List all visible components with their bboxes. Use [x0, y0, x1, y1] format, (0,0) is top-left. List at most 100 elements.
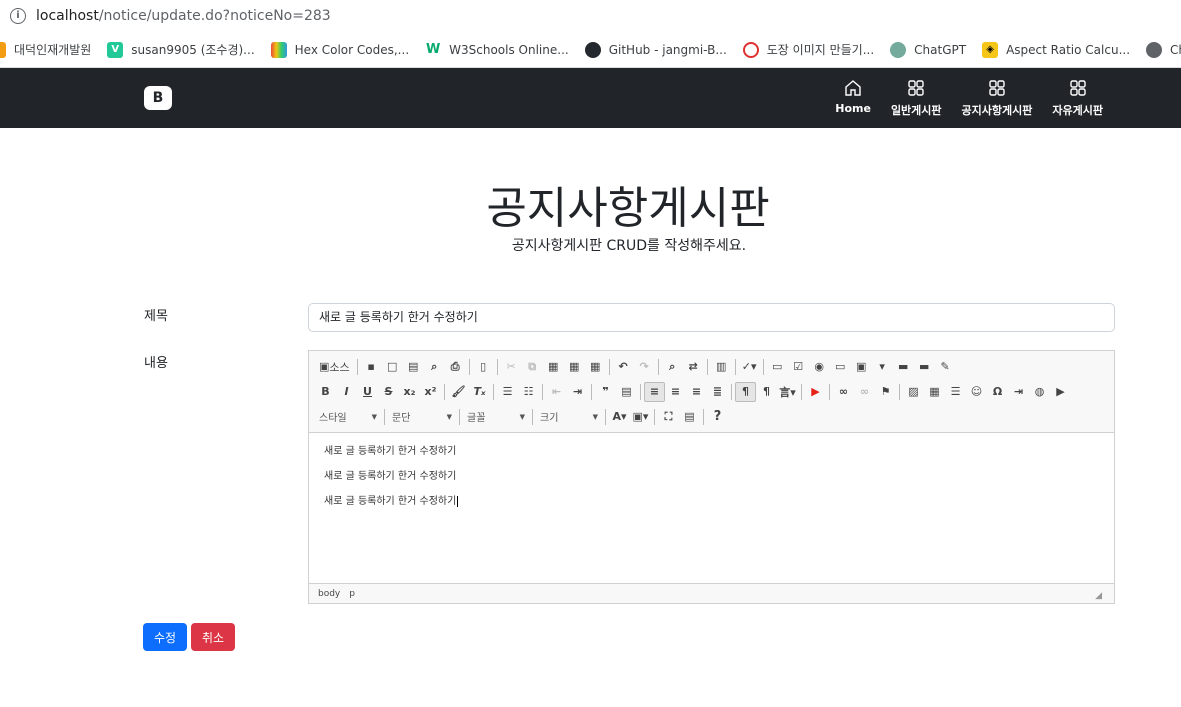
path-body[interactable]: body: [318, 589, 340, 599]
smiley-icon[interactable]: ☺: [966, 382, 987, 402]
maximize-icon[interactable]: ⛶: [658, 407, 679, 427]
text-color-icon[interactable]: A▾: [609, 407, 630, 427]
text-cursor: [457, 496, 459, 507]
align-center-icon[interactable]: ≡: [665, 382, 686, 402]
page-break-icon[interactable]: ⇥: [1008, 382, 1029, 402]
address-bar[interactable]: i localhost/notice/update.do?noticeNo=28…: [0, 0, 1181, 32]
hidden-field-icon[interactable]: ✎: [935, 357, 956, 377]
github-icon: [584, 41, 601, 58]
youtube-icon[interactable]: ▶: [805, 382, 826, 402]
bookmark-aspect-ratio[interactable]: ◈ Aspect Ratio Calcu...: [982, 41, 1130, 58]
path-p[interactable]: p: [349, 589, 355, 599]
unlink-icon[interactable]: ∞: [854, 382, 875, 402]
paste-word-icon[interactable]: ▦: [585, 357, 606, 377]
font-dropdown[interactable]: 글꼴 ▼: [463, 407, 529, 427]
export-pdf-icon[interactable]: ▤: [403, 357, 424, 377]
select-field-icon[interactable]: ▾: [872, 357, 893, 377]
horizontal-line-icon[interactable]: ☰: [945, 382, 966, 402]
find-icon[interactable]: ⌕: [662, 357, 683, 377]
copy-icon[interactable]: ⧉: [522, 357, 543, 377]
paste-icon[interactable]: ▦: [543, 357, 564, 377]
cancel-button[interactable]: 취소: [191, 623, 235, 651]
strikethrough-icon[interactable]: S: [378, 382, 399, 402]
language-icon[interactable]: 言▾: [777, 382, 798, 402]
replace-icon[interactable]: ⇄: [683, 357, 704, 377]
button-field-icon[interactable]: ▬: [893, 357, 914, 377]
image-button-icon[interactable]: ▬: [914, 357, 935, 377]
table-icon[interactable]: ▦: [924, 382, 945, 402]
rtl-icon[interactable]: ¶: [756, 382, 777, 402]
remove-format-icon[interactable]: Tₓ: [469, 382, 490, 402]
form-icon[interactable]: ▭: [767, 357, 788, 377]
checkbox-icon[interactable]: ☑: [788, 357, 809, 377]
undo-icon[interactable]: ↶: [613, 357, 634, 377]
bookmark-hex-color[interactable]: Hex Color Codes,...: [270, 41, 409, 58]
blockquote-icon[interactable]: ❞: [595, 382, 616, 402]
bookmark-chat-room[interactable]: Chat Roo: [1146, 41, 1181, 58]
special-char-icon[interactable]: Ω: [987, 382, 1008, 402]
nav-item-notice-board[interactable]: 공지사항게시판: [962, 78, 1032, 118]
preview-icon[interactable]: ⌕: [424, 357, 445, 377]
superscript-icon[interactable]: x²: [420, 382, 441, 402]
site-info-icon[interactable]: i: [10, 8, 26, 24]
italic-icon[interactable]: I: [336, 382, 357, 402]
style-dropdown[interactable]: 스타일 ▼: [315, 407, 381, 427]
chevron-down-icon: ▼: [446, 412, 452, 421]
ltr-icon[interactable]: ¶: [735, 381, 756, 402]
numbered-list-icon[interactable]: ☰: [497, 382, 518, 402]
save-icon[interactable]: ▪: [361, 357, 382, 377]
title-input[interactable]: 새로 글 등록하기 한거 수정하기: [308, 303, 1115, 332]
templates-icon[interactable]: ▯: [473, 357, 494, 377]
bookmark-susan[interactable]: V susan9905 (조수경)...: [107, 41, 255, 58]
content-label: 내용: [144, 356, 168, 371]
nav-item-general-board[interactable]: 일반게시판: [891, 78, 942, 118]
div-container-icon[interactable]: ▤: [616, 382, 637, 402]
nav-item-home[interactable]: Home: [835, 78, 871, 118]
image-icon[interactable]: ▨: [903, 382, 924, 402]
subscript-icon[interactable]: x₂: [399, 382, 420, 402]
redo-icon[interactable]: ↷: [634, 357, 655, 377]
aspect-ratio-icon: ◈: [982, 41, 999, 58]
bookmark-w3schools[interactable]: W W3Schools Online...: [425, 41, 569, 58]
link-icon[interactable]: ∞: [833, 382, 854, 402]
help-icon[interactable]: ?: [707, 407, 728, 427]
paste-text-icon[interactable]: ▦: [564, 357, 585, 377]
new-page-icon[interactable]: □: [382, 357, 403, 377]
outdent-icon[interactable]: ⇤: [546, 382, 567, 402]
bookmark-github[interactable]: GitHub - jangmi-B...: [584, 41, 727, 58]
home-icon: [845, 80, 861, 96]
indent-icon[interactable]: ⇥: [567, 382, 588, 402]
textarea-icon[interactable]: ▣: [851, 357, 872, 377]
url-path: /notice/update.do?noticeNo=283: [98, 8, 331, 24]
bookmark-chatgpt[interactable]: ChatGPT: [890, 41, 966, 58]
source-button[interactable]: ▣ 소스: [315, 357, 354, 377]
video-icon[interactable]: ▶: [1050, 382, 1071, 402]
cut-icon[interactable]: ✂: [501, 357, 522, 377]
grid-icon: [908, 80, 924, 96]
select-all-icon[interactable]: ▥: [711, 357, 732, 377]
spellcheck-icon[interactable]: ✓▾: [739, 357, 760, 377]
bold-icon[interactable]: B: [315, 382, 336, 402]
align-justify-icon[interactable]: ≣: [707, 382, 728, 402]
align-left-icon[interactable]: ≡: [644, 381, 665, 402]
bookmark-ddit[interactable]: 대덕인재개발원: [0, 41, 91, 58]
bulleted-list-icon[interactable]: ☷: [518, 382, 539, 402]
format-dropdown[interactable]: 문단 ▼: [388, 407, 456, 427]
radio-icon[interactable]: ◉: [809, 357, 830, 377]
submit-button[interactable]: 수정: [143, 623, 187, 651]
resize-handle-icon[interactable]: ◢: [1095, 591, 1102, 601]
anchor-icon[interactable]: ⚑: [875, 382, 896, 402]
align-right-icon[interactable]: ≡: [686, 382, 707, 402]
bg-color-icon[interactable]: ▣▾: [630, 407, 651, 427]
size-dropdown[interactable]: 크기 ▼: [536, 407, 602, 427]
iframe-icon[interactable]: ◍: [1029, 382, 1050, 402]
bootstrap-logo[interactable]: B: [144, 86, 172, 110]
editor-content[interactable]: 새로 글 등록하기 한거 수정하기 새로 글 등록하기 한거 수정하기 새로 글…: [309, 433, 1114, 583]
underline-icon[interactable]: U: [357, 382, 378, 402]
show-blocks-icon[interactable]: ▤: [679, 407, 700, 427]
copy-format-icon[interactable]: 🖌: [448, 382, 469, 402]
bookmark-stamp[interactable]: 도장 이미지 만들기...: [742, 41, 874, 58]
nav-item-free-board[interactable]: 자유게시판: [1052, 78, 1103, 118]
print-icon[interactable]: ⎙: [445, 357, 466, 377]
text-field-icon[interactable]: ▭: [830, 357, 851, 377]
